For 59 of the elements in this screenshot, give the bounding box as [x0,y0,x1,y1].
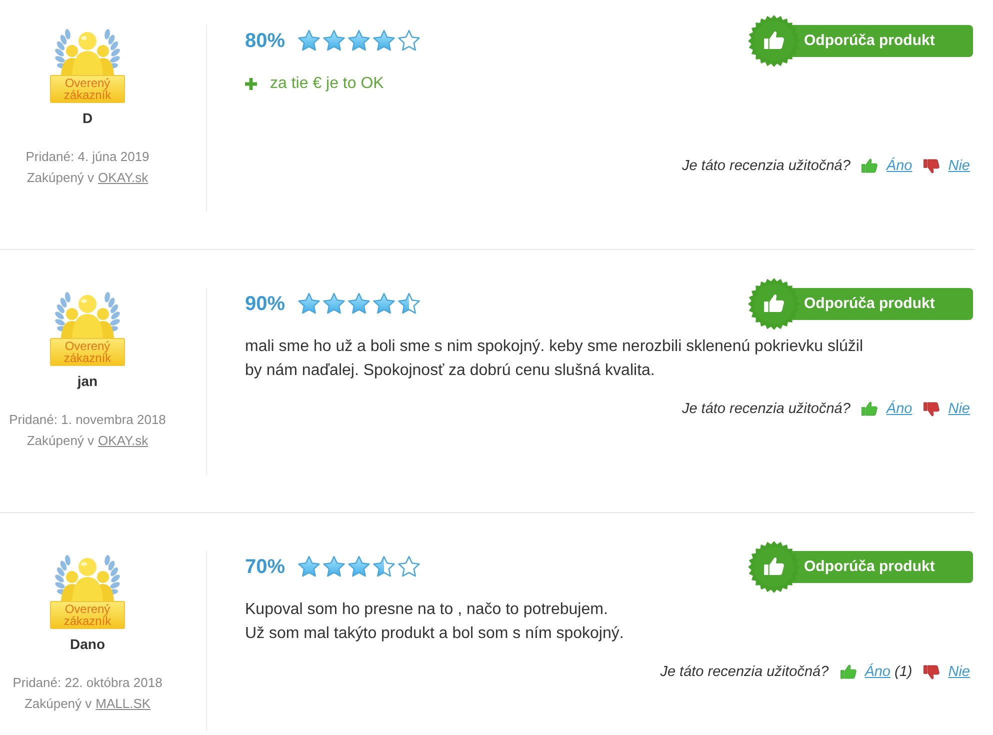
shop-link[interactable]: OKAY.sk [98,430,148,451]
verified-customer-label: Overený zákazník [50,75,125,103]
added-date: Pridané: 22. októbra 2018 [12,674,162,692]
thumbs-up-icon [861,401,878,417]
rating-percent: 90% [245,292,286,316]
star-icon [372,29,396,53]
star-icon [297,555,322,579]
star-icon [372,292,396,316]
thumbs-down-icon [923,158,940,174]
thumbs-up-seal-icon [748,541,800,593]
vote-down-link[interactable]: Nie [948,663,970,681]
star-icon [397,292,422,316]
purchase-label: Zakúpený v [24,695,92,713]
reviewer-name: Dano [70,635,105,653]
thumbs-up-seal-icon [748,15,800,67]
pro-text: za tie € je to OK [270,74,384,94]
star-icon [397,555,422,579]
rating-percent: 70% [245,556,286,578]
recommend-label: Odporúča produkt [800,25,973,57]
star-icon [322,29,346,53]
plus-icon [245,78,257,90]
star-icon [322,292,346,316]
recommend-label: Odporúča produkt [800,288,973,320]
purchase-label: Zakúpený v [26,432,94,450]
star-icon [347,29,372,53]
thumbs-up-icon [861,158,878,174]
added-date: Pridané: 4. júna 2019 [26,148,150,166]
thumbs-up-icon [840,664,857,680]
helpful-question: Je táto recenzia užitočná? [682,157,850,175]
helpful-question: Je táto recenzia užitočná? [682,400,850,418]
purchase-label: Zakúpený v [26,169,94,187]
star-icon [297,292,322,316]
review-text: mali sme ho už a boli sme s nim spokojný. keby sme nerozbili sklenenú pokrievku slúžil by nám naďalej. Spokojnosť za dobrú cenu slušná kvalita. [245,337,864,381]
star-icon [297,29,322,53]
reviewer-name: D [82,109,93,127]
thumbs-down-icon [923,664,940,680]
verified-customer-label: Overený zákazník [50,601,125,629]
review-text: Kupoval som ho presne na to , načo to potrebujem. Už som mal takýto produkt a bol som s ním spokojný. [245,600,625,644]
rating-percent: 80% [245,30,286,52]
vote-up-link[interactable]: Áno [886,157,912,175]
star-icon [372,555,396,579]
thumbs-down-icon [923,401,940,417]
shop-link[interactable]: OKAY.sk [98,167,148,188]
vote-up-link[interactable]: Áno [864,663,890,681]
star-icon [347,292,372,316]
thumbs-up-seal-icon [748,278,800,330]
shop-link[interactable]: MALL.SK [96,693,151,714]
verified-customer-label: Overený zákazník [50,338,125,366]
helpful-question: Je táto recenzia užitočná? [660,663,829,681]
added-date: Pridané: 1. novembra 2018 [9,411,166,429]
vote-down-link[interactable]: Nie [948,157,970,175]
recommend-label: Odporúča produkt [800,551,973,583]
vote-count: (1) [894,663,912,681]
vote-down-link[interactable]: Nie [948,400,970,418]
reviewer-name: jan [77,372,98,390]
star-icon [322,555,346,579]
vote-up-link[interactable]: Áno [886,400,912,418]
star-icon [397,29,422,53]
star-icon [347,555,372,579]
